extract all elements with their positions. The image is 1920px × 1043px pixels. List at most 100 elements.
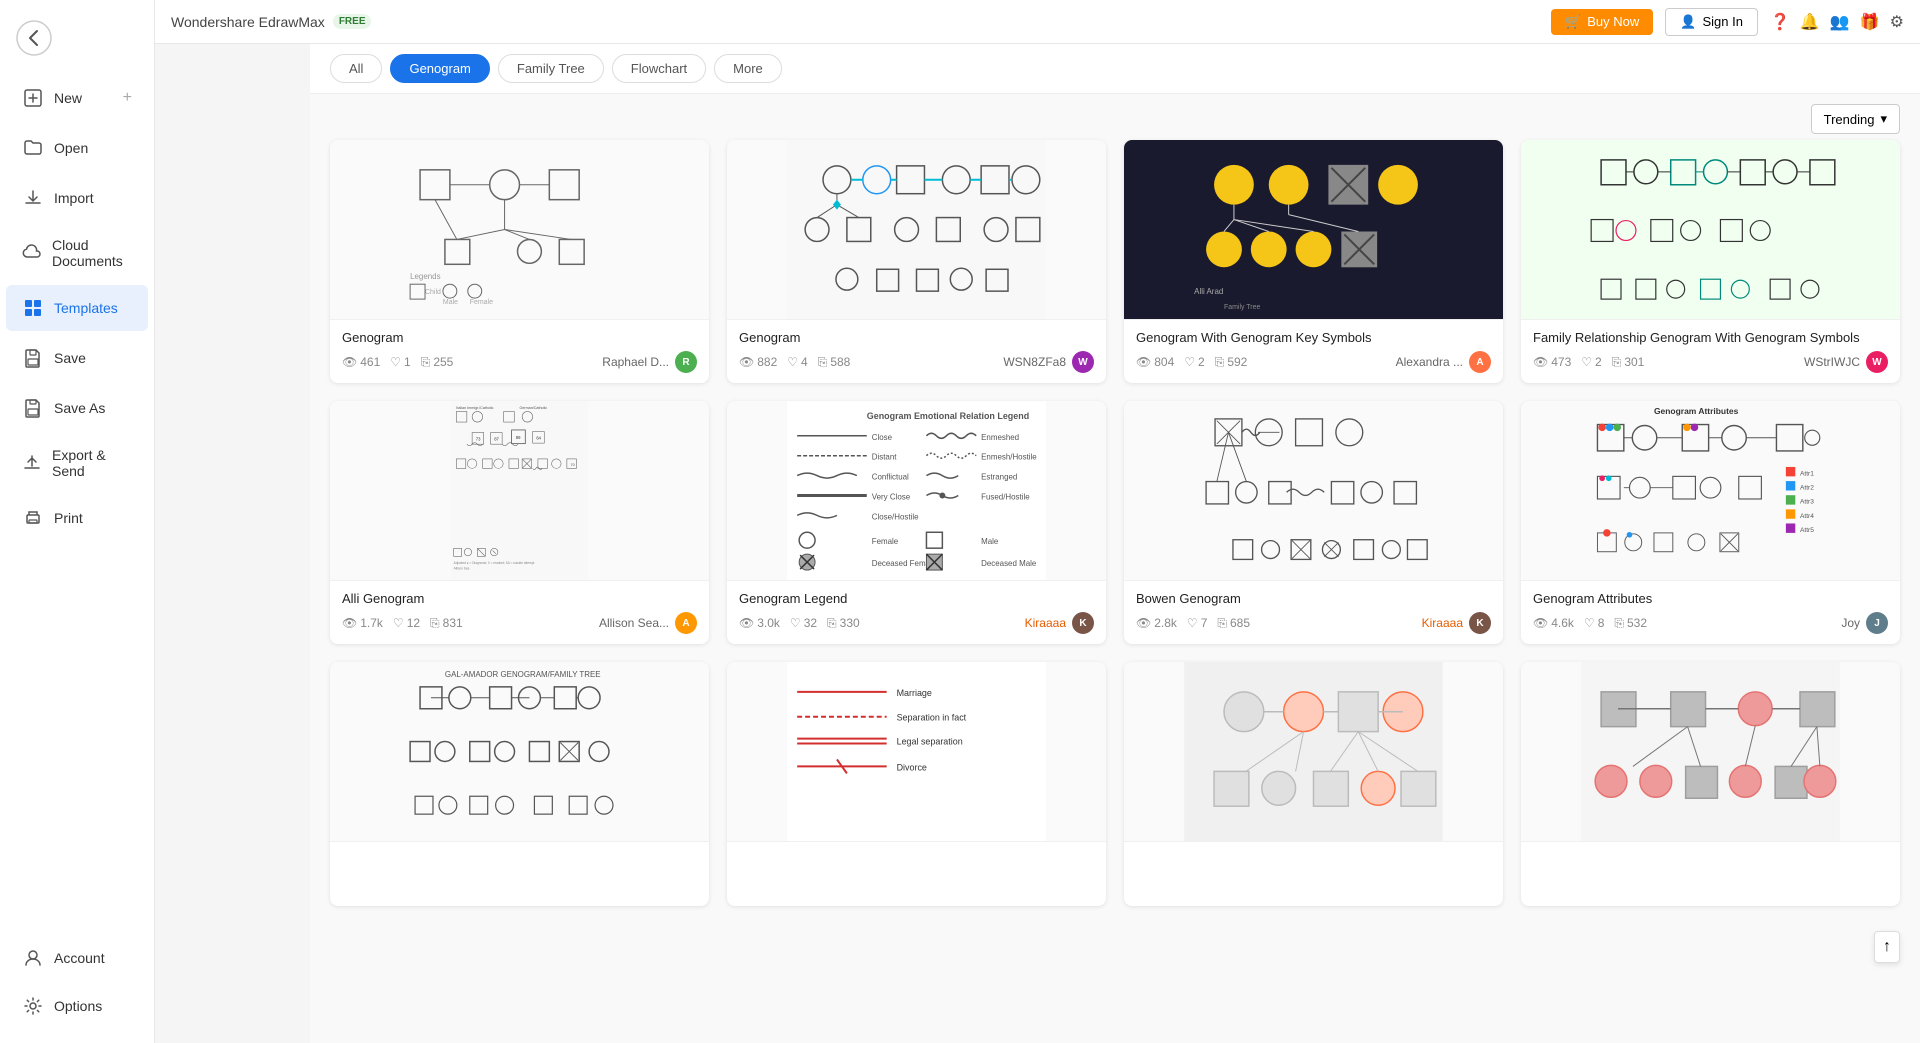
sidebar-item-saveas[interactable]: Save As: [6, 385, 148, 431]
card-title-10: [739, 852, 1094, 870]
subtab-3[interactable]: Family Tree: [498, 54, 604, 83]
card-thumb-3: Alli Arad Family Tree: [1124, 140, 1503, 320]
likes-1: ♡ 1: [390, 355, 410, 369]
copies-3: ⎘ 592: [1215, 355, 1248, 370]
subtab-4[interactable]: Flowchart: [612, 54, 706, 83]
author-name-6: Kiraaaa: [1025, 616, 1066, 630]
buy-now-button[interactable]: 🛒 Buy Now: [1551, 9, 1653, 35]
settings-icon[interactable]: ⚙: [1890, 12, 1904, 32]
card-body-1: Genogram 👁 461 ♡ 1 ⎘ 255 Raph: [330, 320, 709, 383]
svg-text:Enmesh/Hostile: Enmesh/Hostile: [981, 453, 1037, 462]
svg-text:Male: Male: [981, 537, 999, 546]
template-grid: Legends Child Male Female Genogram 👁 461…: [310, 140, 1920, 926]
svg-text:89: 89: [516, 435, 521, 440]
sidebar-item-new-label: New: [54, 90, 82, 106]
team-icon[interactable]: 👥: [1830, 12, 1850, 32]
card-thumb-1: Legends Child Male Female: [330, 140, 709, 320]
svg-text:Female: Female: [872, 537, 899, 546]
card-meta-8: 👁 4.6k ♡ 8 ⎘ 532 Joy J: [1533, 612, 1888, 634]
svg-text:Male: Male: [443, 299, 458, 306]
template-card-12[interactable]: [1521, 662, 1900, 906]
svg-text:Genogram Attributes: Genogram Attributes: [1654, 406, 1739, 416]
template-card-11[interactable]: [1124, 662, 1503, 906]
card-thumb-10: Marriage Separation in fact Legal separa…: [727, 662, 1106, 842]
template-card-1[interactable]: Legends Child Male Female Genogram 👁 461…: [330, 140, 709, 383]
card-thumb-7: [1124, 401, 1503, 581]
back-button[interactable]: [0, 8, 154, 73]
svg-text:Adjusted ● = Diagnosis; X = ma: Adjusted ● = Diagnosis; X = marked; SA =…: [454, 561, 535, 565]
heart-icon-4: ♡: [1581, 355, 1592, 369]
sidebar-item-cloud[interactable]: Cloud Documents: [6, 225, 148, 281]
sidebar-item-save[interactable]: Save: [6, 335, 148, 381]
template-card-5[interactable]: Italian Immigr./Catholic German/Catholic…: [330, 401, 709, 644]
sign-in-button[interactable]: 👤 Sign In: [1665, 8, 1758, 36]
topbar: Wondershare EdrawMax FREE 🛒 Buy Now 👤 Si…: [155, 0, 1920, 44]
card-title-6: Genogram Legend: [739, 591, 1094, 606]
views-8: 👁 4.6k: [1533, 616, 1574, 630]
svg-text:Family Tree: Family Tree: [1224, 304, 1260, 311]
card-meta-4: 👁 473 ♡ 2 ⎘ 301 WStrIWJC W: [1533, 351, 1888, 373]
card-title-9: [342, 852, 697, 870]
sidebar-item-print-label: Print: [54, 510, 83, 526]
template-card-6[interactable]: Genogram Emotional Relation Legend Close…: [727, 401, 1106, 644]
card-body-7: Bowen Genogram 👁 2.8k ♡ 7 ⎘ 685: [1124, 581, 1503, 644]
subtab-5[interactable]: More: [714, 54, 782, 83]
topbar-right: 🛒 Buy Now 👤 Sign In ❓ 🔔 👥 🎁 ⚙: [1551, 8, 1904, 36]
heart-icon-3: ♡: [1184, 355, 1195, 369]
svg-text:Legal separation: Legal separation: [897, 737, 963, 747]
svg-text:Close/Hostile: Close/Hostile: [872, 512, 919, 521]
views-2: 👁 882: [739, 355, 777, 369]
svg-text:German/Catholic: German/Catholic: [520, 406, 548, 410]
svg-text:Very Close: Very Close: [872, 492, 911, 501]
sidebar-item-templates[interactable]: Templates: [6, 285, 148, 331]
template-card-2[interactable]: Genogram 👁 882 ♡ 4 ⎘ 588 WSN8: [727, 140, 1106, 383]
template-card-7[interactable]: Bowen Genogram 👁 2.8k ♡ 7 ⎘ 685: [1124, 401, 1503, 644]
svg-text:Legends: Legends: [410, 272, 440, 281]
svg-text:Conflictual: Conflictual: [872, 473, 909, 482]
sidebar-item-account[interactable]: Account: [6, 935, 148, 981]
template-card-8[interactable]: Genogram Attributes: [1521, 401, 1900, 644]
template-card-3[interactable]: Alli Arad Family Tree Genogram With Geno…: [1124, 140, 1503, 383]
svg-text:Marriage: Marriage: [897, 688, 932, 698]
sidebar-item-import[interactable]: Import: [6, 175, 148, 221]
template-card-10[interactable]: Marriage Separation in fact Legal separa…: [727, 662, 1106, 906]
author-name-3: Alexandra ...: [1396, 355, 1463, 369]
copies-7: ⎘ 685: [1217, 616, 1250, 631]
subtab-all[interactable]: All: [330, 54, 382, 83]
svg-text:73: 73: [476, 436, 481, 441]
scroll-to-top-button[interactable]: ↑: [1874, 931, 1900, 963]
sidebar-item-open[interactable]: Open: [6, 125, 148, 171]
gift-icon[interactable]: 🎁: [1860, 12, 1880, 32]
avatar-3: A: [1469, 351, 1491, 373]
sidebar-item-new[interactable]: New +: [6, 75, 148, 121]
eye-icon-4: 👁: [1533, 355, 1548, 369]
card-meta-1: 👁 461 ♡ 1 ⎘ 255 Raphael D... R: [342, 351, 697, 373]
card-meta-3: 👁 804 ♡ 2 ⎘ 592 Alexandra ... A: [1136, 351, 1491, 373]
bell-icon[interactable]: 🔔: [1800, 12, 1820, 32]
cart-icon: 🛒: [1565, 14, 1581, 30]
svg-text:Distant: Distant: [872, 453, 897, 462]
card-body-5: Alli Genogram 👁 1.7k ♡ 12 ⎘ 831: [330, 581, 709, 644]
views-4: 👁 473: [1533, 355, 1571, 369]
subtab-genogram[interactable]: Genogram: [390, 54, 489, 83]
author-name-5: Allison Sea...: [599, 616, 669, 630]
sidebar-item-export[interactable]: Export & Send: [6, 435, 148, 491]
views-1: 👁 461: [342, 355, 380, 369]
sidebar-item-print[interactable]: Print: [6, 495, 148, 541]
help-icon[interactable]: ❓: [1770, 12, 1790, 32]
sidebar: New + Open Import Cloud Documents Templa…: [0, 0, 155, 1043]
sort-dropdown[interactable]: Trending ▾: [1811, 104, 1900, 134]
eye-icon-8: 👁: [1533, 616, 1548, 630]
template-card-9[interactable]: GAL-AMADOR GENOGRAM/FAMILY TREE: [330, 662, 709, 906]
avatar-2: W: [1072, 351, 1094, 373]
template-card-4[interactable]: Family Relationship Genogram With Genogr…: [1521, 140, 1900, 383]
arrow-up-icon: ↑: [1883, 938, 1891, 955]
card-thumb-2: [727, 140, 1106, 320]
card-thumb-6: Genogram Emotional Relation Legend Close…: [727, 401, 1106, 581]
sidebar-item-options[interactable]: Options: [6, 983, 148, 1029]
topbar-icon-group: ❓ 🔔 👥 🎁 ⚙: [1770, 12, 1904, 32]
card-meta-6: 👁 3.0k ♡ 32 ⎘ 330 Kiraaaa K: [739, 612, 1094, 634]
copy-icon-8: ⎘: [1614, 616, 1624, 631]
card-body-6: Genogram Legend 👁 3.0k ♡ 32 ⎘ 330: [727, 581, 1106, 644]
sidebar-item-options-label: Options: [54, 998, 102, 1014]
